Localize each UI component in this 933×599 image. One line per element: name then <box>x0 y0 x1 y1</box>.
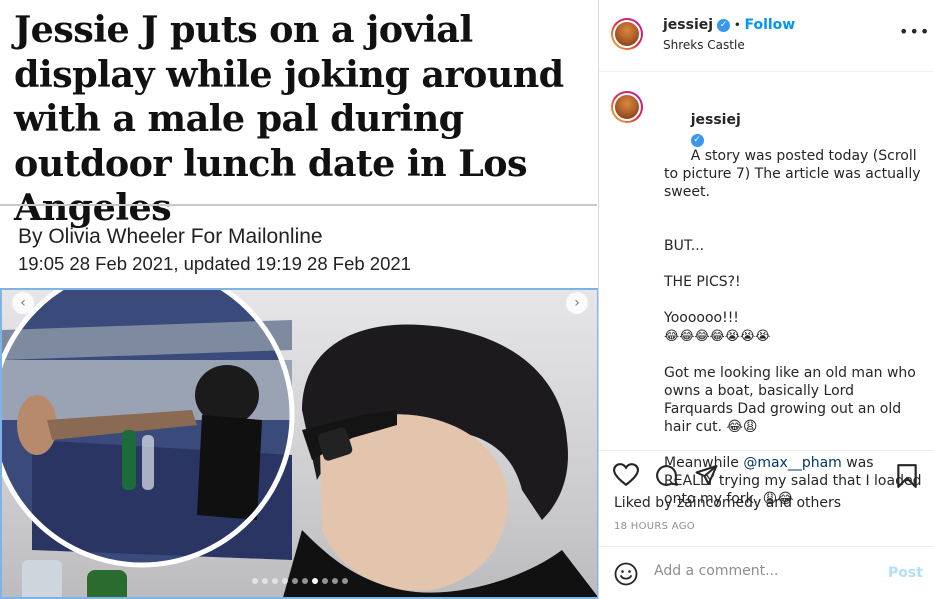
comment-icon[interactable] <box>654 463 679 488</box>
carousel-dot-active[interactable] <box>312 578 318 584</box>
caption-line: BUT... <box>664 238 705 254</box>
carousel-dot[interactable] <box>342 578 348 584</box>
save-bookmark-icon[interactable] <box>896 463 918 489</box>
carousel-dots <box>252 578 348 584</box>
follow-button[interactable]: Follow <box>744 17 795 33</box>
carousel-dot[interactable] <box>272 578 278 584</box>
verified-badge-icon: ✓ <box>690 134 704 147</box>
action-bar: Liked by zaincomedy and others 18 HOURS … <box>599 450 933 546</box>
carousel-dot[interactable] <box>302 578 308 584</box>
caption-line: Yoooooo!!! <box>664 310 739 326</box>
comment-input[interactable] <box>654 563 874 579</box>
caption-line: Got me looking like an old man who owns … <box>664 365 921 435</box>
separator-dot: • <box>734 19 741 31</box>
username[interactable]: jessiej <box>663 17 713 33</box>
heart-icon[interactable] <box>613 463 639 487</box>
caption-line: A story was posted today (Scroll to pict… <box>664 148 926 200</box>
caption-emoji: 😂😂😂😂😭😭😭 <box>664 329 771 344</box>
carousel-dot[interactable] <box>282 578 288 584</box>
carousel-dot[interactable] <box>292 578 298 584</box>
post-header: jessiej ✓ • Follow Shreks Castle ••• <box>599 0 933 72</box>
verified-badge-icon: ✓ <box>717 18 731 32</box>
caption-username[interactable]: jessiej <box>691 112 741 128</box>
article-byline: By Olivia Wheeler For Mailonline <box>18 225 323 248</box>
post-media: Jessie J puts on a jovial display while … <box>0 0 599 599</box>
chevron-left-icon[interactable]: ‹ <box>12 292 34 314</box>
carousel-dot[interactable] <box>322 578 328 584</box>
post-button[interactable]: Post <box>888 565 923 581</box>
carousel-dot[interactable] <box>252 578 258 584</box>
article-dateline: 19:05 28 Feb 2021, updated 19:19 28 Feb … <box>18 253 411 274</box>
likes-text[interactable]: Liked by zaincomedy and others <box>614 495 841 511</box>
article-photo: ‹ › <box>0 288 598 599</box>
post-sidebar: jessiej ✓ • Follow Shreks Castle ••• jes… <box>599 0 933 599</box>
avatar[interactable] <box>611 18 643 50</box>
caption-line: THE PICS?! <box>664 274 741 290</box>
carousel-dot[interactable] <box>332 578 338 584</box>
avatar[interactable] <box>611 91 643 123</box>
post-timestamp[interactable]: 18 HOURS AGO <box>614 521 695 532</box>
article-headline: Jessie J puts on a jovial display while … <box>14 8 564 229</box>
divider <box>0 204 597 206</box>
emoji-icon[interactable] <box>614 562 638 586</box>
comment-bar: Post <box>599 546 933 599</box>
chevron-right-icon[interactable]: › <box>566 292 588 314</box>
post-location[interactable]: Shreks Castle <box>663 38 745 52</box>
share-icon[interactable] <box>694 463 719 487</box>
more-options-icon[interactable]: ••• <box>899 22 930 41</box>
carousel-dot[interactable] <box>262 578 268 584</box>
